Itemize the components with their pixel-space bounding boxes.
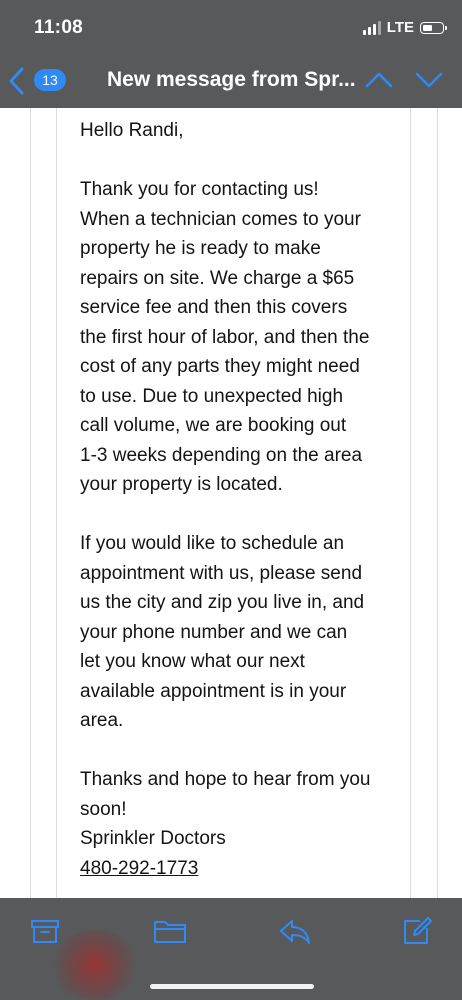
body-line: your property is located. (80, 474, 283, 495)
message-title: New message from Spr... (107, 68, 356, 91)
body-line: If you would like to schedule an (80, 533, 345, 554)
greeting: Hello Randi, (80, 120, 184, 141)
compose-icon[interactable] (402, 916, 434, 946)
message-content[interactable]: Hello Randi, Thank you for contacting us… (0, 108, 462, 898)
body-line: to use. Due to unexpected high (80, 385, 344, 407)
unread-count-badge: 13 (34, 69, 66, 91)
closing-line: soon! (80, 798, 127, 820)
quote-divider (410, 108, 411, 898)
closing-line: Thanks and hope to hear from you (80, 769, 371, 790)
phone-link[interactable]: 480-292-1773 (80, 858, 198, 879)
archive-icon[interactable] (30, 916, 60, 946)
blurred-area (50, 930, 140, 1000)
back-button[interactable]: 13 (8, 64, 68, 98)
status-indicators: LTE (362, 19, 447, 36)
body-line: service fee and then this covers (80, 297, 348, 318)
body-line: your phone number and we can (80, 621, 348, 643)
body-line: available appointment is in your (80, 680, 347, 702)
folder-icon[interactable] (153, 916, 187, 946)
signature: Sprinkler Doctors (80, 828, 226, 849)
message-body: Hello Randi, Thank you for contacting us… (80, 116, 400, 883)
status-time: 11:08 (34, 17, 84, 38)
body-line: 1-3 weeks depending on the area (80, 444, 363, 466)
chevron-left-icon (9, 67, 24, 95)
body-line: cost of any parts they might need (80, 356, 360, 377)
home-indicator[interactable] (150, 984, 314, 989)
body-line: When a technician comes to your (80, 208, 361, 230)
body-line: Thank you for contacting us! (80, 179, 319, 200)
quote-divider (437, 108, 438, 898)
body-line: call volume, we are booking out (80, 415, 347, 436)
chevron-up-icon[interactable] (364, 68, 394, 92)
body-line: property he is ready to make (80, 238, 321, 259)
network-type: LTE (386, 19, 414, 36)
chevron-down-icon[interactable] (414, 68, 444, 92)
quote-divider (56, 108, 57, 898)
reply-icon[interactable] (278, 916, 312, 946)
body-line: us the city and zip you live in, and (80, 592, 365, 613)
battery-icon (420, 21, 447, 34)
top-bar: 11:08 LTE 13 New message from Spr... (0, 0, 462, 108)
body-line: area. (80, 710, 124, 731)
quote-divider (30, 108, 31, 898)
body-line: the first hour of labor, and then the (80, 326, 370, 348)
signal-icon (362, 20, 381, 35)
body-line: let you know what our next (80, 651, 305, 672)
body-line: repairs on site. We charge a $65 (80, 267, 355, 289)
body-line: appointment with us, please send (80, 562, 363, 584)
